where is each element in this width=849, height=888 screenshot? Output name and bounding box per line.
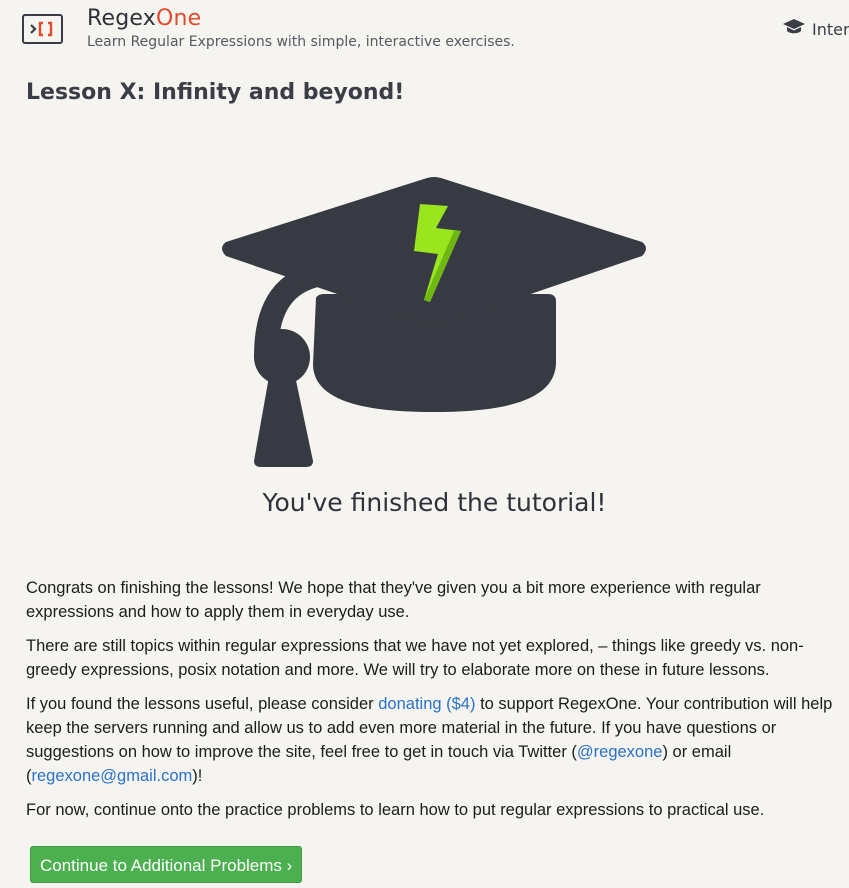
brand-accent: One [155, 6, 202, 31]
regexone-logo-icon[interactable] [22, 14, 63, 44]
email-link[interactable]: regexone@gmail.com [32, 767, 193, 785]
site-tagline: Learn Regular Expressions with simple, i… [87, 34, 515, 50]
site-header: RegexOne Learn Regular Expressions with … [0, 0, 849, 60]
lesson-content: Congrats on finishing the lessons! We ho… [26, 576, 838, 832]
continue-button[interactable]: Continue to Additional Problems › [30, 846, 303, 883]
tutorial-finished-heading: You've finished the tutorial! [262, 488, 607, 517]
support-text-1: If you found the lessons useful, please … [26, 695, 379, 713]
site-brand[interactable]: RegexOne [87, 6, 201, 31]
congrats-paragraph: Congrats on finishing the lessons! We ho… [26, 579, 761, 621]
twitter-link[interactable]: @regexone [577, 743, 663, 761]
topics-paragraph: There are still topics within regular ex… [26, 637, 804, 679]
donate-link[interactable]: donating ($4) [378, 695, 475, 713]
support-paragraph: If you found the lessons useful, please … [26, 692, 838, 788]
brand-main: Regex [87, 6, 156, 31]
graduation-cap-icon [782, 17, 806, 42]
practice-paragraph: For now, continue onto the practice prob… [26, 801, 765, 819]
nav-interactive-tutorial-link[interactable]: Inter [782, 18, 849, 40]
nav-label: Inter [812, 19, 849, 39]
graduation-cap-lightning-icon [218, 176, 652, 475]
support-text-4: )! [192, 767, 203, 785]
lesson-title: Lesson X: Infinity and beyond! [26, 80, 405, 105]
